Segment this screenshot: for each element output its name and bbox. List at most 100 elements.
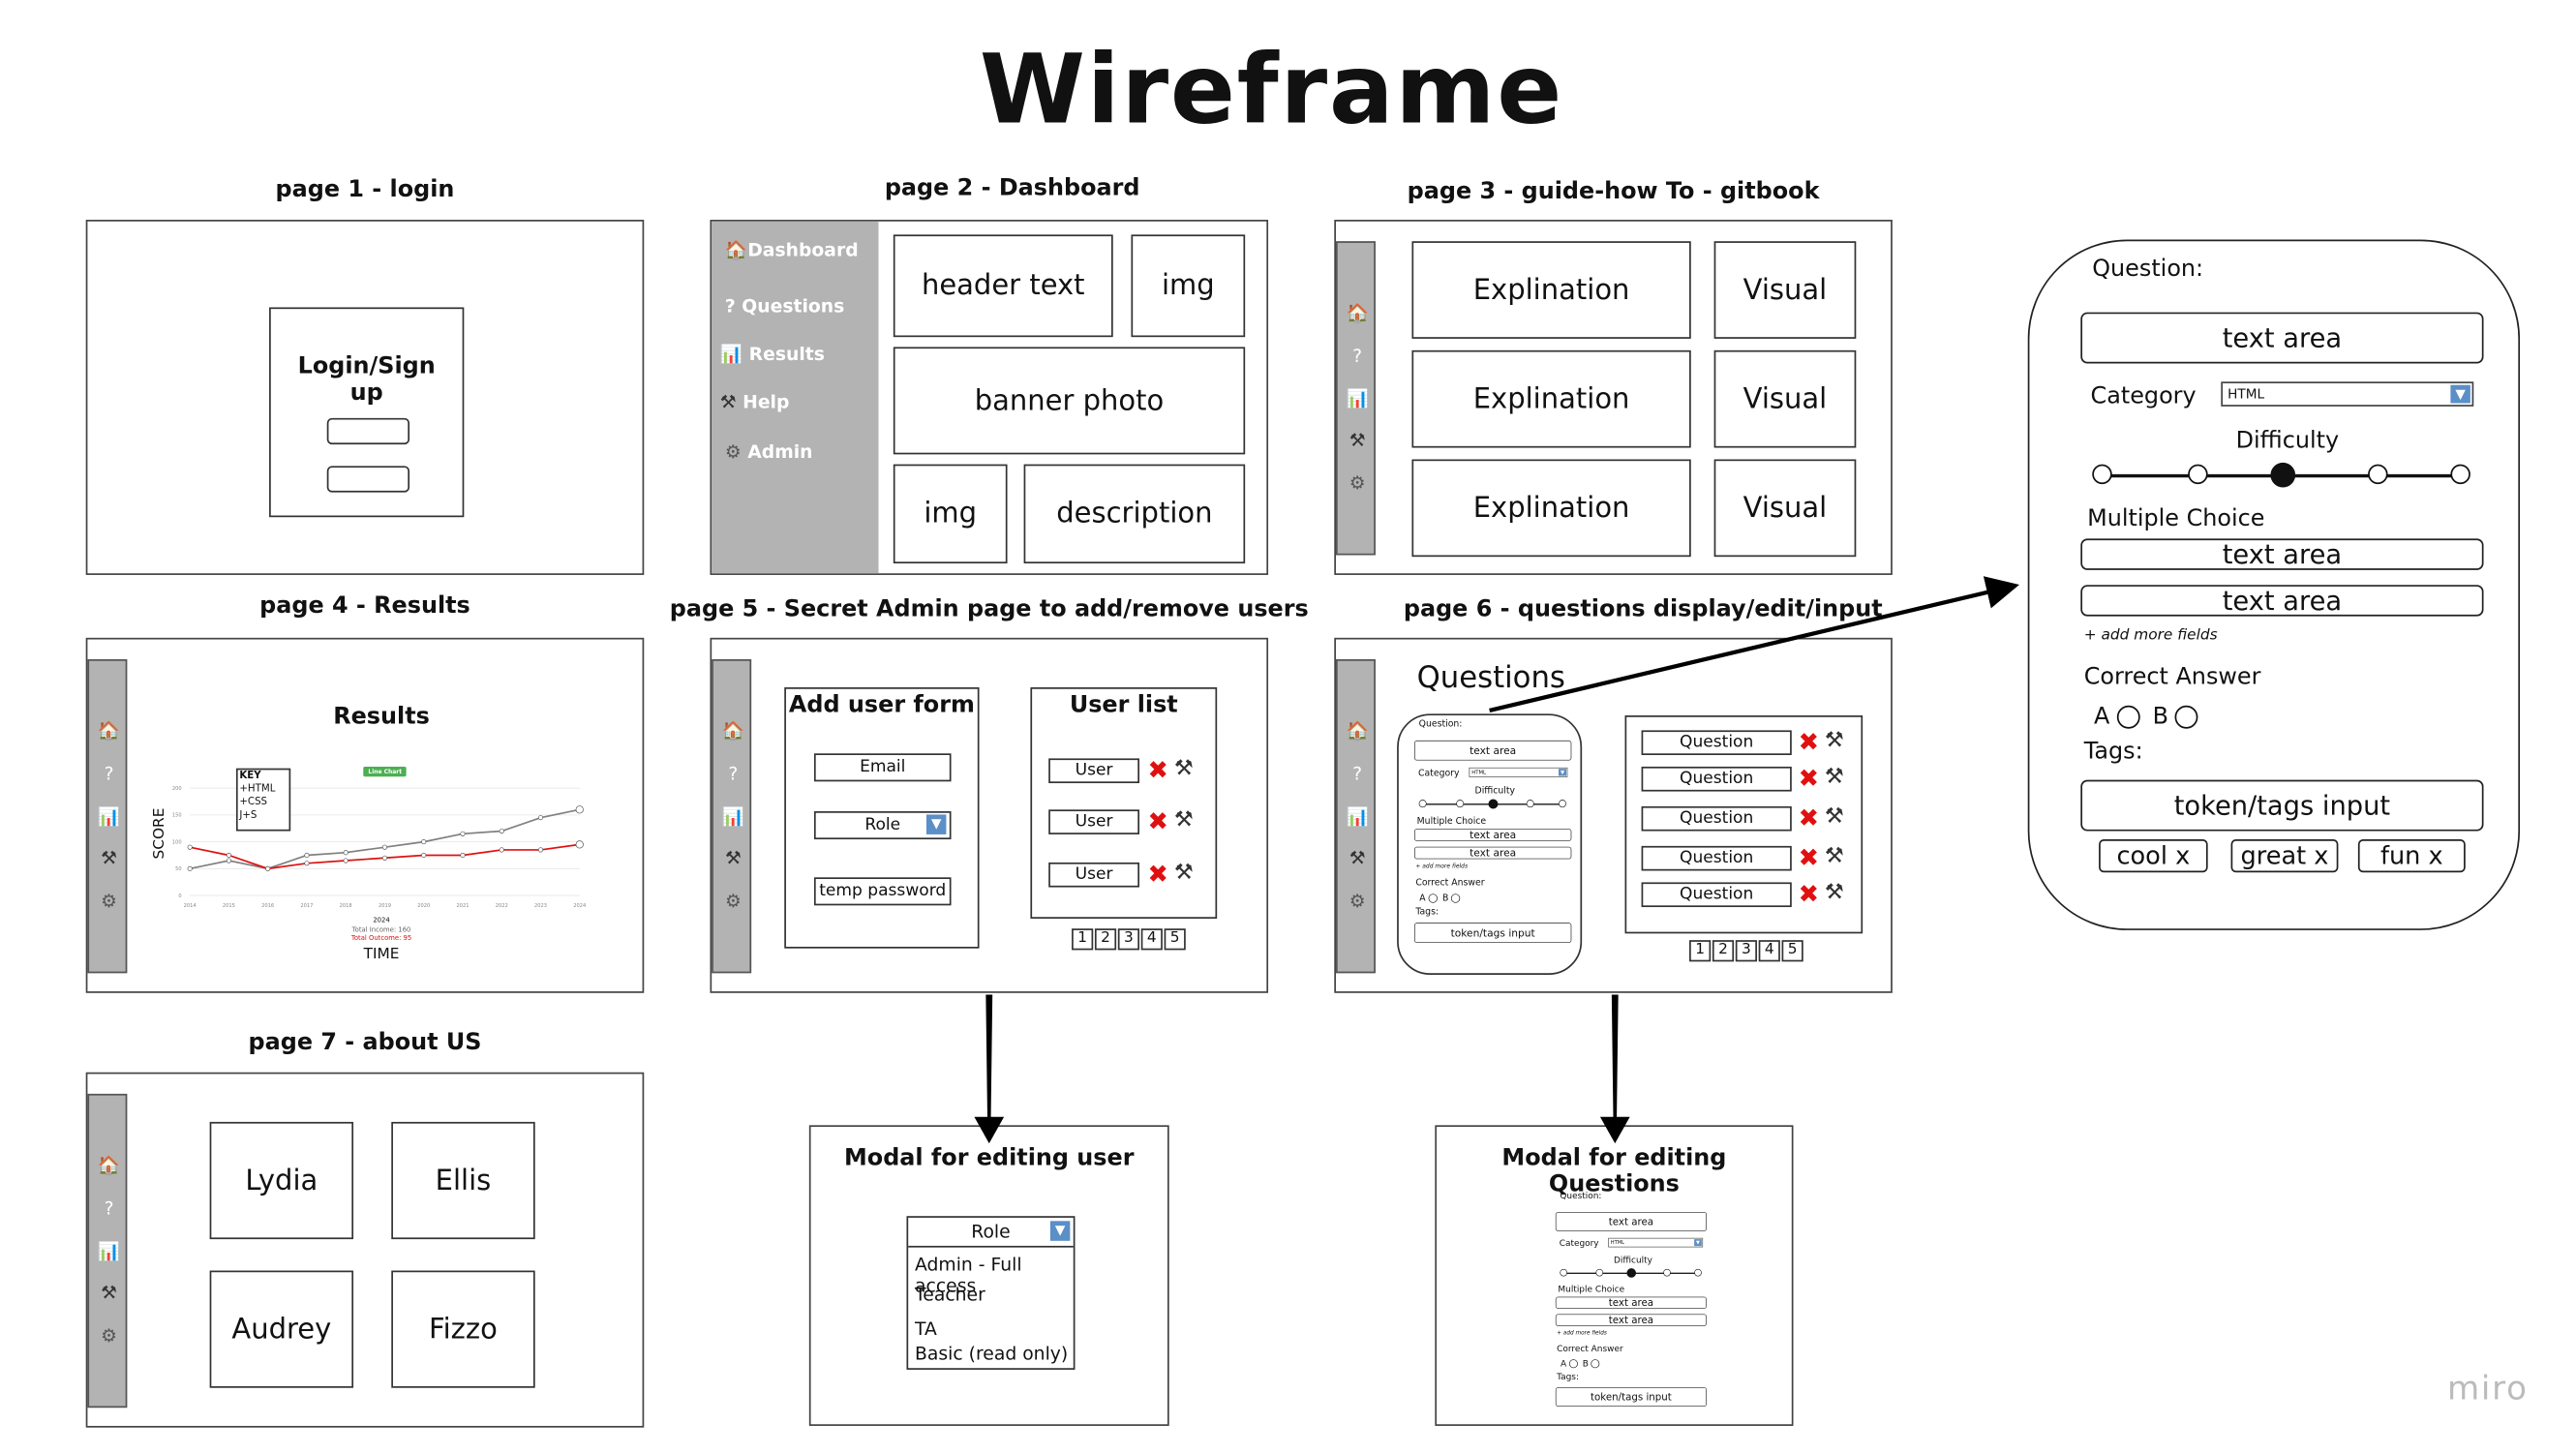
tools-icon[interactable]: ⚒	[89, 1282, 129, 1303]
delete-icon[interactable]: ✖	[1148, 860, 1168, 890]
answer-radio-group[interactable]: AB	[1561, 1359, 1605, 1369]
delete-icon[interactable]: ✖	[1148, 806, 1168, 836]
radio-b[interactable]	[1591, 1359, 1600, 1369]
nav-dashboard[interactable]: 🏠Dashboard	[725, 239, 859, 260]
question-icon[interactable]: ?	[89, 1197, 129, 1219]
radio-a[interactable]	[1428, 894, 1438, 903]
page-button[interactable]: 5	[1781, 940, 1803, 962]
choice-text-area[interactable]: text area	[2080, 585, 2484, 617]
page-button[interactable]: 3	[1735, 940, 1757, 962]
delete-icon[interactable]: ✖	[1799, 764, 1819, 794]
home-icon[interactable]: 🏠	[1338, 720, 1378, 742]
difficulty-step[interactable]	[1418, 800, 1427, 808]
edit-tools-icon[interactable]: ⚒	[1174, 808, 1194, 833]
difficulty-step-selected[interactable]	[2270, 462, 2296, 488]
radio-b[interactable]	[1451, 894, 1461, 903]
edit-tools-icon[interactable]: ⚒	[1174, 861, 1194, 886]
question-icon[interactable]: ?	[1338, 346, 1378, 367]
edit-tools-icon[interactable]: ⚒	[1825, 765, 1844, 790]
username-input[interactable]	[326, 417, 410, 445]
gear-icon[interactable]: ⚙	[713, 891, 753, 912]
question-row[interactable]: Question	[1641, 805, 1792, 832]
question-text-area[interactable]: text area	[2080, 312, 2484, 364]
category-select[interactable]: HTML ▼	[2221, 381, 2474, 407]
tools-icon[interactable]: ⚒	[1338, 848, 1378, 869]
tags-input[interactable]: token/tags input	[1555, 1387, 1707, 1407]
question-row[interactable]: Question	[1641, 766, 1792, 792]
role-dropdown[interactable]: Role ▼ Admin - Full access Teacher TA Bas…	[906, 1216, 1076, 1370]
question-text-area[interactable]: text area	[1413, 740, 1572, 761]
question-row[interactable]: Question	[1641, 882, 1792, 908]
role-dropdown-header[interactable]: Role ▼	[908, 1218, 1074, 1248]
difficulty-step[interactable]	[1560, 1268, 1568, 1277]
difficulty-step[interactable]	[2450, 464, 2470, 485]
difficulty-step[interactable]	[1559, 800, 1566, 808]
difficulty-step[interactable]	[1526, 800, 1534, 808]
role-option[interactable]: Teacher	[915, 1284, 985, 1305]
password-input[interactable]	[326, 466, 410, 493]
choice-text-area[interactable]: text area	[1413, 829, 1572, 841]
category-select[interactable]: HTML ▼	[1469, 767, 1568, 777]
page-button[interactable]: 1	[1072, 928, 1094, 951]
question-icon[interactable]: ?	[1338, 764, 1378, 785]
page-button[interactable]: 1	[1689, 940, 1712, 962]
delete-icon[interactable]: ✖	[1148, 755, 1168, 785]
difficulty-step-selected[interactable]	[1488, 799, 1499, 809]
delete-icon[interactable]: ✖	[1799, 842, 1819, 872]
nav-help[interactable]: ⚒ Help	[720, 392, 790, 413]
add-more-fields-link[interactable]: + add more fields	[1557, 1330, 1607, 1336]
temp-password-input[interactable]: temp password	[813, 877, 952, 906]
chart-icon[interactable]: 📊	[89, 1241, 129, 1262]
question-row[interactable]: Question	[1641, 730, 1792, 756]
radio-a[interactable]	[1568, 1359, 1578, 1369]
difficulty-step[interactable]	[1663, 1268, 1671, 1277]
delete-icon[interactable]: ✖	[1799, 879, 1819, 909]
home-icon[interactable]: 🏠	[1338, 302, 1378, 323]
choice-text-area[interactable]: text area	[1555, 1314, 1707, 1326]
nav-questions[interactable]: ? Questions	[725, 296, 844, 318]
tools-icon[interactable]: ⚒	[1338, 430, 1378, 451]
delete-icon[interactable]: ✖	[1799, 727, 1819, 757]
answer-radio-group[interactable]: AB	[2094, 704, 2211, 730]
edit-tools-icon[interactable]: ⚒	[1825, 804, 1844, 830]
gear-icon[interactable]: ⚙	[1338, 472, 1378, 494]
user-row[interactable]: User	[1048, 758, 1140, 784]
difficulty-step[interactable]	[2368, 464, 2388, 485]
difficulty-step[interactable]	[2092, 464, 2112, 485]
gear-icon[interactable]: ⚙	[89, 1325, 129, 1347]
home-icon[interactable]: 🏠	[713, 720, 753, 742]
question-text-area[interactable]: text area	[1555, 1211, 1707, 1231]
question-icon[interactable]: ?	[713, 764, 753, 785]
tools-icon[interactable]: ⚒	[713, 848, 753, 869]
role-option[interactable]: Basic (read only)	[915, 1344, 1068, 1365]
user-row[interactable]: User	[1048, 862, 1140, 888]
user-row[interactable]: User	[1048, 809, 1140, 834]
page-button[interactable]: 4	[1140, 928, 1163, 951]
choice-text-area[interactable]: text area	[2080, 538, 2484, 570]
add-more-fields-link[interactable]: + add more fields	[2084, 628, 2218, 645]
difficulty-step[interactable]	[1456, 800, 1465, 808]
choice-text-area[interactable]: text area	[1413, 846, 1572, 860]
nav-admin[interactable]: ⚙ Admin	[725, 441, 813, 463]
page-button[interactable]: 5	[1164, 928, 1186, 951]
difficulty-step[interactable]	[1694, 1268, 1702, 1277]
edit-tools-icon[interactable]: ⚒	[1825, 881, 1844, 906]
edit-tools-icon[interactable]: ⚒	[1825, 729, 1844, 754]
delete-icon[interactable]: ✖	[1799, 803, 1819, 833]
difficulty-step-selected[interactable]	[1626, 1268, 1637, 1278]
role-option[interactable]: TA	[915, 1318, 937, 1340]
page-button[interactable]: 2	[1094, 928, 1117, 951]
edit-tools-icon[interactable]: ⚒	[1825, 844, 1844, 869]
tags-input[interactable]: token/tags input	[1413, 923, 1572, 943]
difficulty-step[interactable]	[2188, 464, 2208, 485]
home-icon[interactable]: 🏠	[89, 1155, 129, 1176]
page-button[interactable]: 2	[1712, 940, 1735, 962]
role-select[interactable]: Role ▼	[813, 811, 952, 840]
chart-icon[interactable]: 📊	[1338, 388, 1378, 409]
nav-results[interactable]: 📊 Results	[720, 344, 825, 365]
choice-text-area[interactable]: text area	[1555, 1296, 1707, 1309]
category-select[interactable]: HTML ▼	[1608, 1237, 1704, 1248]
page-button[interactable]: 4	[1758, 940, 1780, 962]
question-row[interactable]: Question	[1641, 845, 1792, 871]
edit-tools-icon[interactable]: ⚒	[1174, 757, 1194, 782]
